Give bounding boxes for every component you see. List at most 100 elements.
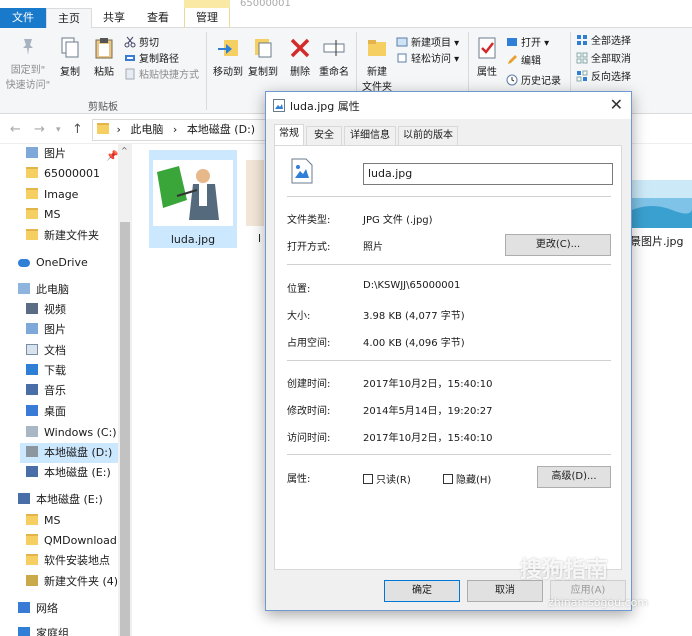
up-arrow-icon[interactable]: ↑ xyxy=(72,122,83,137)
open-button[interactable]: 打开 ▾ xyxy=(506,36,549,52)
copy-icon xyxy=(61,37,79,58)
forward-arrow-icon[interactable]: → xyxy=(34,122,45,137)
nav-item-pictures-pinned[interactable]: 图片 xyxy=(26,144,66,164)
tab-security[interactable]: 安全 xyxy=(306,126,342,145)
nav-item-drive-d[interactable]: 本地磁盘 (D:) xyxy=(20,443,118,463)
edit-button[interactable]: 编辑 xyxy=(506,54,541,70)
breadcrumb-this-pc[interactable]: 此电脑 xyxy=(130,123,163,136)
window-title: 65000001 xyxy=(240,0,291,9)
dialog-title-bar[interactable]: luda.jpg 属性 ✕ xyxy=(266,92,631,119)
invert-selection-button[interactable]: 反向选择 xyxy=(576,70,631,86)
nav-item-desktop[interactable]: 桌面 xyxy=(26,402,66,422)
recent-chevron-icon[interactable]: ▾ xyxy=(56,125,61,135)
partial-thumbnail-image[interactable] xyxy=(246,160,264,226)
background-image-thumbnail[interactable] xyxy=(632,180,692,228)
network-icon xyxy=(18,602,30,613)
nav-item-software-install[interactable]: 软件安装地点 xyxy=(26,551,110,571)
hidden-checkbox[interactable]: 隐藏(H) xyxy=(443,471,491,486)
nav-item-65000001[interactable]: 65000001 xyxy=(26,164,100,184)
nav-item-drive-c[interactable]: Windows (C:) xyxy=(26,423,117,443)
delete-x-icon xyxy=(290,38,310,58)
nav-item-image[interactable]: Image xyxy=(26,185,78,205)
nav-item-downloads[interactable]: 下载 xyxy=(26,361,66,381)
paste-shortcut-button[interactable]: 粘贴快捷方式 xyxy=(124,68,199,84)
scroll-up-chevron-icon[interactable]: ^ xyxy=(121,146,128,155)
file-name-luda: luda.jpg xyxy=(170,233,216,246)
nav-item-ms[interactable]: MS xyxy=(26,205,60,225)
select-none-button[interactable]: 全部取消 xyxy=(576,52,631,68)
back-arrow-icon[interactable]: ← xyxy=(10,122,21,137)
copy-path-button[interactable]: 复制路径 xyxy=(124,52,179,68)
accessed-label: 访问时间: xyxy=(287,433,331,444)
nav-item-drive-e[interactable]: 本地磁盘 (E:) xyxy=(26,463,111,483)
new-item-label: 新建项目 xyxy=(411,38,451,49)
tab-file[interactable]: 文件 xyxy=(0,8,46,28)
tab-manage[interactable]: 管理 xyxy=(184,8,230,28)
filename-input[interactable]: luda.jpg xyxy=(363,163,613,185)
watermark-logo-text: 搜狗指南 xyxy=(520,558,609,583)
nav-item-ms-e[interactable]: MS xyxy=(26,511,60,531)
paste-button[interactable]: 粘贴 xyxy=(90,36,118,78)
select-all-button[interactable]: 全部选择 xyxy=(576,34,631,50)
delete-label: 删除 xyxy=(290,67,310,78)
move-to-label: 移动到 xyxy=(213,67,243,78)
nav-item-homegroup[interactable]: 家庭组 xyxy=(18,624,69,636)
nav-item-qmdownload[interactable]: QMDownload xyxy=(26,531,117,551)
change-button[interactable]: 更改(C)... xyxy=(505,234,611,256)
history-button[interactable]: 历史记录 xyxy=(506,74,561,90)
tab-home[interactable]: 主页 xyxy=(46,8,92,29)
nav-item-pictures[interactable]: 图片 xyxy=(26,320,66,340)
nav-item-new-folder[interactable]: 新建文件夹 xyxy=(26,226,99,246)
checkbox-box[interactable] xyxy=(363,474,373,484)
folder-icon xyxy=(97,123,109,134)
nav-item-documents[interactable]: 文档 xyxy=(26,341,66,361)
cut-button[interactable]: 剪切 xyxy=(124,36,159,52)
checkbox-box[interactable] xyxy=(443,474,453,484)
ok-button[interactable]: 确定 xyxy=(384,580,460,602)
file-type-label: 文件类型: xyxy=(287,215,331,226)
folder-icon xyxy=(26,167,38,178)
delete-button[interactable]: 删除 xyxy=(286,36,314,78)
copy-to-button[interactable]: 复制到 xyxy=(246,36,280,78)
rename-button[interactable]: 重命名 xyxy=(316,36,352,78)
nav-item-videos[interactable]: 视频 xyxy=(26,300,66,320)
nav-item-music[interactable]: 音乐 xyxy=(26,381,66,401)
breadcrumb-separator: › xyxy=(172,123,178,136)
nav-item-network[interactable]: 网络 xyxy=(18,599,58,619)
properties-button[interactable]: 属性 xyxy=(472,36,502,78)
tab-general[interactable]: 常规 xyxy=(274,124,304,146)
advanced-button[interactable]: 高级(D)... xyxy=(537,466,611,488)
new-item-button[interactable]: 新建项目 ▾ xyxy=(396,36,459,52)
homegroup-icon xyxy=(18,627,30,636)
move-to-button[interactable]: 移动到 xyxy=(210,36,246,78)
nav-item-new-folder-4[interactable]: 新建文件夹 (4).z xyxy=(26,572,118,592)
tab-view[interactable]: 查看 xyxy=(136,8,180,28)
breadcrumb-drive-d[interactable]: 本地磁盘 (D:) xyxy=(187,123,255,136)
nav-item-drive-e-root[interactable]: 本地磁盘 (E:) xyxy=(18,490,103,510)
easy-access-button[interactable]: 轻松访问 ▾ xyxy=(396,52,459,68)
nav-label: MS xyxy=(44,208,61,221)
new-folder-button[interactable]: 新建 文件夹 xyxy=(360,36,394,93)
cloud-icon xyxy=(18,259,30,267)
folder-icon xyxy=(26,208,38,219)
readonly-checkbox[interactable]: 只读(R) xyxy=(363,471,411,486)
new-item-icon xyxy=(396,37,408,47)
clipboard-group-label: 剪贴板 xyxy=(88,102,118,113)
tab-details[interactable]: 详细信息 xyxy=(344,126,396,145)
breadcrumb[interactable]: › 此电脑 › 本地磁盘 (D:) › KS xyxy=(92,119,270,141)
nav-label: 本地磁盘 (E:) xyxy=(36,493,103,506)
pin-quick-access-button[interactable]: 固定到" 快速访问" xyxy=(4,36,52,91)
hidden-label: 隐藏(H) xyxy=(456,475,492,486)
close-icon[interactable]: ✕ xyxy=(610,95,623,114)
video-icon xyxy=(26,303,38,314)
select-all-icon xyxy=(577,35,587,45)
select-none-icon xyxy=(576,52,588,64)
nav-item-onedrive[interactable]: OneDrive xyxy=(18,253,88,273)
tab-previous-versions[interactable]: 以前的版本 xyxy=(398,126,458,145)
nav-scrollbar-thumb[interactable] xyxy=(120,222,130,636)
easy-access-label: 轻松访问 xyxy=(411,54,451,65)
tab-share[interactable]: 共享 xyxy=(92,8,136,28)
nav-item-this-pc[interactable]: 此电脑 xyxy=(18,280,69,300)
copy-button[interactable]: 复制 xyxy=(56,36,84,78)
nav-label: Windows (C:) xyxy=(44,426,117,439)
